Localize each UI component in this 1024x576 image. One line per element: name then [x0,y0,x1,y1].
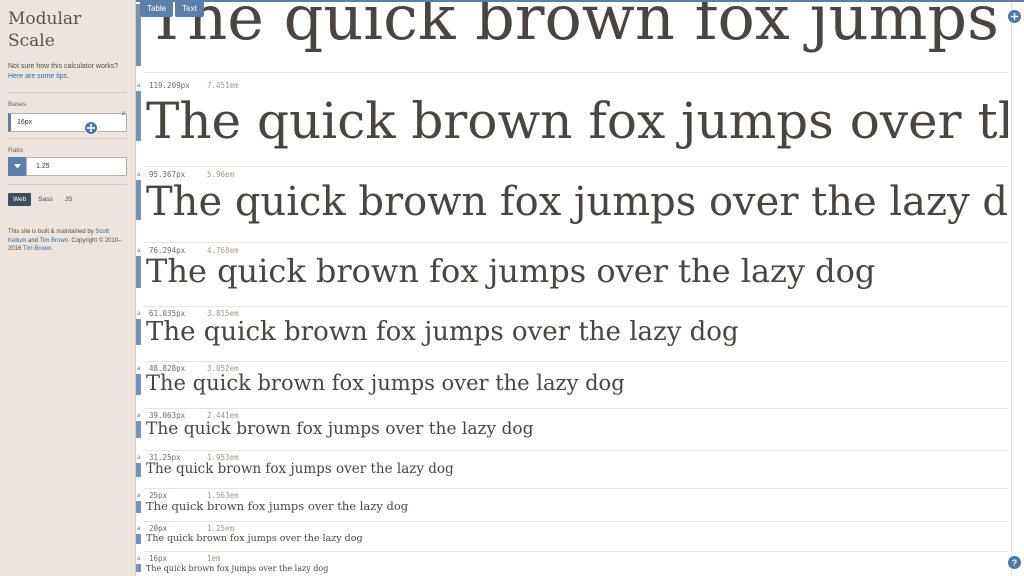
sample-text: The quick brown fox jumps over the lazy … [146,499,409,513]
question-icon: ? [1011,557,1018,568]
row-unit-marker[interactable]: a [137,83,140,89]
sidebar-divider [8,184,127,185]
em-value: 1.25em [207,524,235,533]
row-unit-marker[interactable]: a [137,526,140,532]
credits-author-link[interactable]: Tim Brown [40,238,68,244]
step-bar [136,501,141,513]
step-bar [136,256,141,288]
tab-sass[interactable]: Sass [33,193,57,206]
em-value: 5.96em [207,170,235,179]
ratio-select-button[interactable] [8,157,26,176]
tab-table[interactable]: Table [140,0,174,17]
step-bar [136,421,141,438]
scroll-rail [1011,0,1012,576]
size-readout: 20px 1.25em [149,524,234,533]
em-value: 7.451em [207,81,239,90]
sidebar-divider [8,138,127,139]
step-bar [136,374,141,395]
bases-input[interactable] [8,113,127,132]
row-unit-marker[interactable]: a [137,311,140,317]
sample-text: The quick brown fox jumps over the lazy … [146,317,739,347]
step-bar [136,319,141,345]
scale-row: The quick brown fox jumps over the lazy … [136,0,1008,72]
sample-text: The quick brown fox jumps over the lazy … [146,419,534,439]
step-bar [136,180,141,220]
px-value: 16px [149,554,168,563]
scale-row: 31.25px 1.953em a The quick brown fox jumps… [136,450,1008,488]
credits-prefix: This site is built & maintained by [8,229,96,235]
sample-text: The quick brown fox jumps over the lazy … [146,179,1008,225]
ratio-field [8,157,127,176]
sidebar-divider [8,92,127,93]
scale-row: 76.294px 4.768em a The quick brown fox jump… [136,242,1008,306]
credits-and: and [26,237,40,244]
scale-row: 25px 1.563em a The quick brown fox jumps ov… [136,488,1008,521]
add-step-button[interactable] [1008,10,1021,23]
scale-row: 119.209px 7.451em a The quick brown fox jum… [136,76,1008,166]
top-accent-bar [136,0,1024,2]
scale-row: 61.035px 3.815em a The quick brown fox jump… [136,306,1008,361]
row-unit-marker[interactable]: a [137,248,140,254]
px-value: 95.367px [149,170,186,179]
scale-row: 16px 1em a The quick brown fox jumps over t… [136,551,1008,576]
scale-row: 48.828px 3.052em a The quick brown fox jump… [136,361,1008,408]
chevron-down-icon [13,164,21,169]
view-tabs: Table Text [140,0,204,17]
add-base-button[interactable] [84,121,98,135]
scale-row: 39.063px 2.441em a The quick brown fox jump… [136,408,1008,450]
sample-text: The quick brown fox jumps over the lazy … [146,92,1008,150]
ratio-label: Ratio [8,147,24,154]
row-unit-marker[interactable]: a [137,366,140,372]
sample-text: The quick brown fox jumps over the lazy … [146,0,1008,54]
sample-text: The quick brown fox jumps over the lazy … [146,252,876,290]
row-unit-marker[interactable]: a [137,413,140,419]
size-readout: 119.209px 7.451em [149,81,239,90]
help-button[interactable]: ? [1008,556,1021,569]
sample-text: The quick brown fox jumps over the lazy … [146,461,454,477]
scale-list: The quick brown fox jumps over the lazy … [136,0,1024,576]
plus-icon [1010,12,1019,21]
size-readout: 95.367px 5.96em [149,170,234,179]
scale-row: 20px 1.25em a The quick brown fox jumps ove… [136,521,1008,551]
row-unit-marker[interactable]: a [137,556,140,562]
ratio-input[interactable] [26,157,127,176]
row-unit-marker[interactable]: a [137,172,140,178]
sample-text: The quick brown fox jumps over the lazy … [146,564,329,573]
row-unit-marker[interactable]: a [137,493,140,499]
em-value: 1em [207,554,221,563]
tab-js[interactable]: JS [60,193,78,206]
tab-web[interactable]: Web [8,193,32,206]
help-tips-link[interactable]: Here are some tips. [8,73,69,80]
app-title: Modular Scale [8,9,82,51]
help-text: Not sure how this calculator works? Here… [8,62,127,82]
step-bar [136,534,141,544]
px-value: 119.209px [149,81,190,90]
step-bar [136,91,141,141]
tab-text[interactable]: Text [175,0,204,17]
step-bar [136,564,141,572]
help-text-prefix: Not sure how this calculator works? [8,63,119,70]
row-unit-marker[interactable]: a [137,455,140,461]
format-tabs: Web Sass JS [8,193,127,206]
row-divider [144,72,1008,73]
px-value: 20px [149,524,168,533]
credits: This site is built & maintained by Scott… [8,228,127,254]
step-bar [136,463,141,477]
plus-icon [87,124,95,132]
bases-field: a [8,111,127,135]
sidebar: Modular Scale Not sure how this calculat… [0,0,136,576]
credits-author-link[interactable]: Tim Brown [23,246,51,252]
sample-text: The quick brown fox jumps over the lazy … [146,371,625,395]
size-readout: 16px 1em [149,554,221,563]
bases-label: Bases [8,101,27,108]
bases-unit-toggle[interactable]: a [122,111,125,117]
scale-row: 95.367px 5.96em a The quick brown fox jumps… [136,166,1008,242]
sample-text: The quick brown fox jumps over the lazy … [146,533,363,544]
credits-end: . [51,246,54,252]
